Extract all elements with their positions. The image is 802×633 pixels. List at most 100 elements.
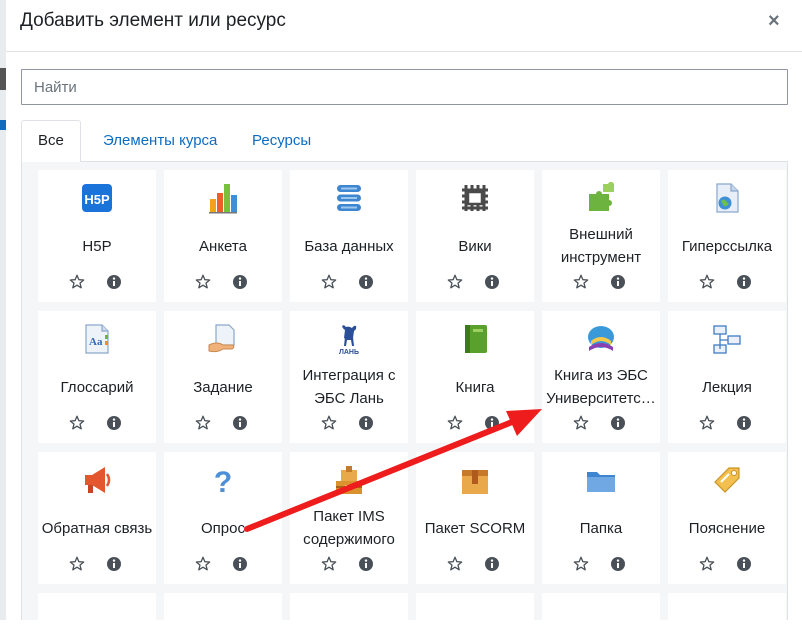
tab-bar: Все Элементы курса Ресурсы <box>21 120 788 163</box>
module-card[interactable]: Анкета <box>164 170 282 302</box>
module-label: База данных <box>304 237 394 255</box>
module-label: Анкета <box>199 237 247 255</box>
info-icon[interactable] <box>106 415 122 431</box>
info-icon[interactable] <box>106 274 122 290</box>
module-card[interactable]: Aa Глоссарий <box>38 311 156 443</box>
module-label: Папка <box>579 519 623 537</box>
star-icon[interactable] <box>573 415 589 431</box>
info-icon[interactable] <box>610 556 626 572</box>
tab-all[interactable]: Все <box>21 120 81 163</box>
module-card[interactable] <box>668 593 786 633</box>
module-card[interactable]: Внешний инструмент <box>542 170 660 302</box>
info-icon[interactable] <box>736 274 752 290</box>
info-icon[interactable] <box>484 415 500 431</box>
module-card[interactable]: Пакет SCORM <box>416 452 534 584</box>
folder-icon <box>585 464 617 496</box>
info-icon[interactable] <box>106 556 122 572</box>
svg-text:?: ? <box>214 466 232 496</box>
module-card[interactable]: Книга из ЭБС Университетс… <box>542 311 660 443</box>
svg-text:ЛАНЬ: ЛАНЬ <box>339 349 359 355</box>
scorm-icon <box>459 464 491 496</box>
search-input[interactable] <box>21 69 788 105</box>
module-card[interactable]: Книга <box>416 311 534 443</box>
module-label: Внешний инструмент <box>560 226 642 266</box>
tab-resources[interactable]: Ресурсы <box>236 120 327 162</box>
star-icon[interactable] <box>321 415 337 431</box>
module-grid: H5P H5P Анкета База данных Вики Внешний инстр… <box>21 162 788 633</box>
info-icon[interactable] <box>610 274 626 290</box>
info-icon[interactable] <box>358 556 374 572</box>
info-icon[interactable] <box>358 274 374 290</box>
url-icon <box>711 182 743 214</box>
info-icon[interactable] <box>358 415 374 431</box>
star-icon[interactable] <box>699 274 715 290</box>
chart-icon <box>207 182 239 214</box>
star-icon[interactable] <box>447 415 463 431</box>
module-label: Гиперссылка <box>681 237 773 255</box>
module-card[interactable]: Задание <box>164 311 282 443</box>
module-label: Книга из ЭБС Университетс… <box>546 367 656 407</box>
star-icon[interactable] <box>447 556 463 572</box>
star-icon[interactable] <box>195 274 211 290</box>
module-label: Лекция <box>702 378 752 396</box>
module-label: Глоссарий <box>60 378 134 396</box>
close-icon[interactable]: × <box>768 10 780 33</box>
module-label: H5P <box>82 237 112 255</box>
module-card[interactable]: Пакет IMS содержимого <box>290 452 408 584</box>
module-card[interactable]: Вики <box>416 170 534 302</box>
module-card[interactable]: Гиперссылка <box>668 170 786 302</box>
star-icon[interactable] <box>699 415 715 431</box>
add-activity-dialog: Добавить элемент или ресурс × Все Элемен… <box>6 0 802 633</box>
book-icon <box>459 323 491 355</box>
label-icon <box>711 464 743 496</box>
module-card[interactable]: ? Опрос <box>164 452 282 584</box>
star-icon[interactable] <box>321 556 337 572</box>
module-card[interactable]: Пояснение <box>668 452 786 584</box>
module-card[interactable] <box>164 593 282 633</box>
info-icon[interactable] <box>232 274 248 290</box>
star-icon[interactable] <box>195 556 211 572</box>
module-label: Обратная связь <box>41 519 153 537</box>
module-card[interactable]: ЛАНЬ Интеграция с ЭБС Лань <box>290 311 408 443</box>
star-icon[interactable] <box>69 274 85 290</box>
star-icon[interactable] <box>321 274 337 290</box>
info-icon[interactable] <box>736 556 752 572</box>
module-label: Задание <box>193 378 253 396</box>
ebs-book-icon <box>585 323 617 355</box>
wiki-icon <box>459 182 491 214</box>
info-icon[interactable] <box>736 415 752 431</box>
module-card[interactable] <box>38 593 156 633</box>
module-card[interactable]: Папка <box>542 452 660 584</box>
star-icon[interactable] <box>69 556 85 572</box>
module-card[interactable]: Лекция <box>668 311 786 443</box>
lan-icon: ЛАНЬ <box>333 323 365 356</box>
glossary-icon: Aa <box>81 323 113 355</box>
assignment-icon <box>207 323 239 355</box>
info-icon[interactable] <box>232 415 248 431</box>
module-label: Книга <box>455 378 495 396</box>
module-card[interactable]: База данных <box>290 170 408 302</box>
module-card[interactable]: H5P H5P <box>38 170 156 302</box>
star-icon[interactable] <box>447 274 463 290</box>
module-card[interactable]: Обратная связь <box>38 452 156 584</box>
info-icon[interactable] <box>610 415 626 431</box>
module-label: Опрос <box>201 519 245 537</box>
module-label: Вики <box>458 237 492 255</box>
star-icon[interactable] <box>195 415 211 431</box>
module-label: Пояснение <box>688 519 766 537</box>
star-icon[interactable] <box>573 556 589 572</box>
info-icon[interactable] <box>232 556 248 572</box>
module-card[interactable] <box>416 593 534 633</box>
module-label: Интеграция с ЭБС Лань <box>302 367 396 407</box>
info-icon[interactable] <box>484 274 500 290</box>
module-card[interactable] <box>542 593 660 633</box>
module-card[interactable] <box>290 593 408 633</box>
tab-activities[interactable]: Элементы курса <box>87 120 233 162</box>
star-icon[interactable] <box>69 415 85 431</box>
info-icon[interactable] <box>484 556 500 572</box>
database-icon <box>333 182 365 214</box>
star-icon[interactable] <box>573 274 589 290</box>
feedback-icon <box>81 464 113 496</box>
star-icon[interactable] <box>699 556 715 572</box>
ims-package-icon <box>333 464 365 496</box>
